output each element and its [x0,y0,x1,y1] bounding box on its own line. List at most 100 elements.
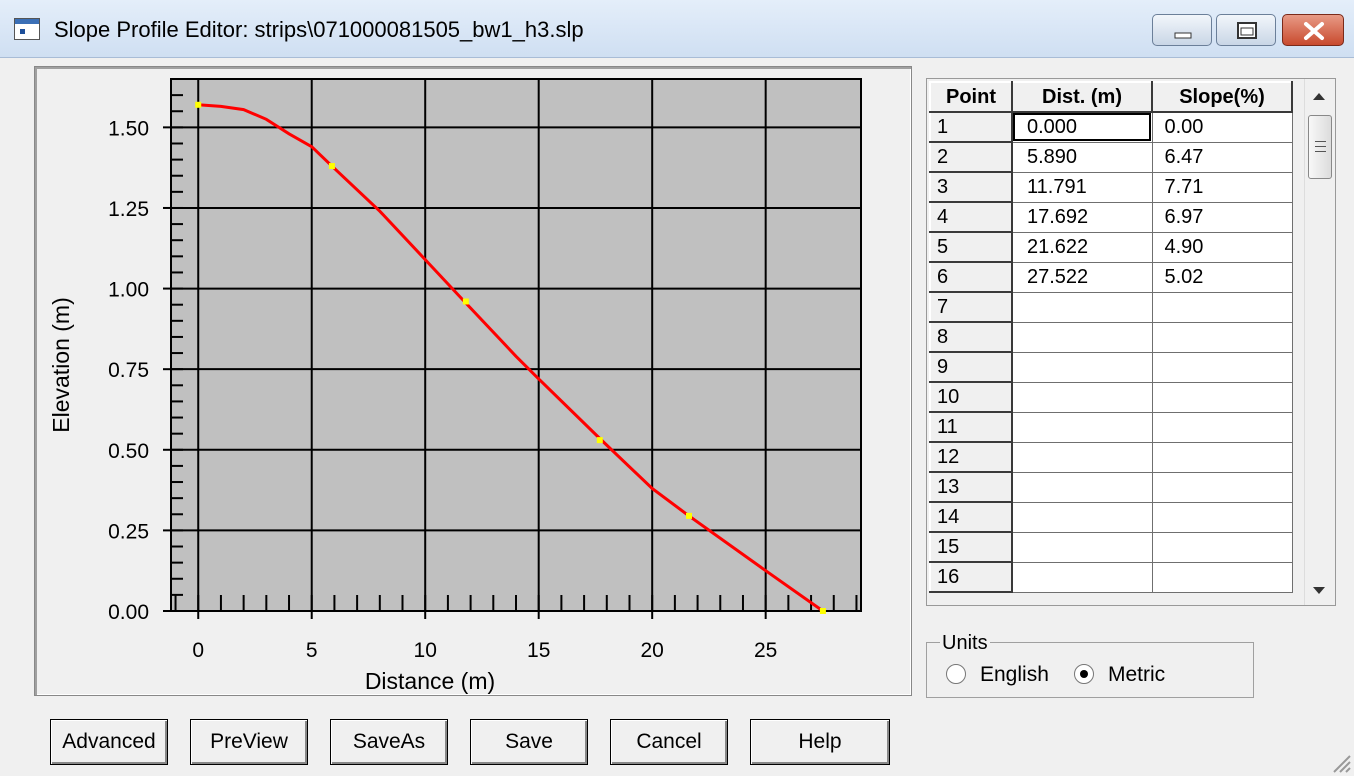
control-point-marker[interactable] [195,101,202,108]
metric-radio-label[interactable]: Metric [1108,663,1165,687]
table-row[interactable]: 4 17.692 6.97 [929,201,1293,233]
cell-dist[interactable] [1011,531,1153,563]
table-row[interactable]: 16 [929,561,1293,593]
slope-profile-chart[interactable]: 0 5 10 15 20 25 0.00 0.25 0.50 0.75 1.00 1.25 1.50 Di… [35,67,913,697]
cell-dist[interactable] [1011,381,1153,413]
table-row[interactable]: 11 [929,411,1293,443]
table-row[interactable]: 15 [929,531,1293,563]
y-tick-label: 0.50 [108,440,149,463]
app-icon[interactable] [14,18,40,40]
cell-slope[interactable]: 6.47 [1151,141,1293,173]
cell-slope[interactable] [1151,471,1293,503]
cell-dist[interactable] [1011,501,1153,533]
scroll-thumb[interactable] [1308,115,1332,179]
table-row[interactable]: 7 [929,291,1293,323]
minimize-button[interactable] [1152,14,1212,46]
table-row[interactable]: 6 27.522 5.02 [929,261,1293,293]
row-header-point[interactable]: 4 [929,201,1013,233]
cell-dist[interactable] [1011,321,1153,353]
table-row[interactable]: 8 [929,321,1293,353]
table-row[interactable]: 1 0.000 0.00 [929,111,1293,143]
save-button[interactable]: Save [470,719,588,765]
cell-slope[interactable] [1151,321,1293,353]
cell-dist[interactable]: 21.622 [1011,231,1153,263]
cell-dist[interactable]: 0.000 [1011,111,1153,143]
cell-dist[interactable]: 17.692 [1011,201,1153,233]
table-row[interactable]: 10 [929,381,1293,413]
title-bar: Slope Profile Editor: strips\07100008150… [0,0,1354,58]
close-button[interactable] [1282,14,1344,46]
row-header-point[interactable]: 16 [929,561,1013,593]
row-header-point[interactable]: 2 [929,141,1013,173]
row-header-point[interactable]: 5 [929,231,1013,263]
col-header-point[interactable]: Point [929,81,1013,113]
maximize-button[interactable] [1216,14,1276,46]
control-point-marker[interactable] [685,512,692,519]
control-point-marker[interactable] [462,298,469,305]
points-grid[interactable]: Point Dist. (m) Slope(%) 1 0.000 0.00 2 5.89… [926,78,1336,606]
row-header-point[interactable]: 14 [929,501,1013,533]
cell-slope[interactable] [1151,351,1293,383]
cell-dist[interactable] [1011,561,1153,593]
vertical-scrollbar[interactable] [1304,79,1335,605]
cell-slope[interactable] [1151,441,1293,473]
table-row[interactable]: 9 [929,351,1293,383]
control-point-marker[interactable] [819,608,826,614]
help-button[interactable]: Help [750,719,890,765]
cell-slope[interactable]: 7.71 [1151,171,1293,203]
table-row[interactable]: 5 21.622 4.90 [929,231,1293,263]
row-header-point[interactable]: 6 [929,261,1013,293]
cell-dist[interactable]: 11.791 [1011,171,1153,203]
row-header-point[interactable]: 8 [929,321,1013,353]
cell-slope[interactable] [1151,531,1293,563]
y-tick-label: 0.75 [108,359,149,382]
cell-dist[interactable] [1011,411,1153,443]
metric-radio[interactable] [1074,664,1094,684]
control-point-marker[interactable] [596,437,603,444]
cell-slope[interactable]: 5.02 [1151,261,1293,293]
row-header-point[interactable]: 7 [929,291,1013,323]
cell-slope[interactable]: 0.00 [1151,111,1293,143]
cell-dist[interactable] [1011,291,1153,323]
saveas-button[interactable]: SaveAs [330,719,448,765]
cell-slope[interactable] [1151,561,1293,593]
scroll-down-icon[interactable] [1313,587,1325,594]
english-radio[interactable] [946,664,966,684]
english-radio-label[interactable]: English [980,663,1049,687]
table-row[interactable]: 2 5.890 6.47 [929,141,1293,173]
row-header-point[interactable]: 15 [929,531,1013,563]
resize-grip-icon[interactable] [1328,750,1352,774]
table-row[interactable]: 13 [929,471,1293,503]
preview-button[interactable]: PreView [190,719,308,765]
cancel-button[interactable]: Cancel [610,719,728,765]
table-row[interactable]: 14 [929,501,1293,533]
row-header-point[interactable]: 3 [929,171,1013,203]
row-header-point[interactable]: 1 [929,111,1013,143]
cell-slope[interactable]: 6.97 [1151,201,1293,233]
x-axis-label: Distance (m) [365,668,495,694]
row-header-point[interactable]: 10 [929,381,1013,413]
cell-slope[interactable] [1151,381,1293,413]
row-header-point[interactable]: 11 [929,411,1013,443]
cell-dist[interactable] [1011,441,1153,473]
cell-dist[interactable]: 27.522 [1011,261,1153,293]
scroll-up-icon[interactable] [1313,93,1325,100]
advanced-button[interactable]: Advanced [50,719,168,765]
cell-slope[interactable] [1151,411,1293,443]
col-header-slope[interactable]: Slope(%) [1151,81,1293,113]
row-header-point[interactable]: 9 [929,351,1013,383]
control-point-marker[interactable] [328,163,335,170]
header-row: Point Dist. (m) Slope(%) [929,81,1293,113]
row-header-point[interactable]: 13 [929,471,1013,503]
table-row[interactable]: 12 [929,441,1293,473]
cell-dist[interactable]: 5.890 [1011,141,1153,173]
row-header-point[interactable]: 12 [929,441,1013,473]
cell-dist[interactable] [1011,351,1153,383]
cell-slope[interactable] [1151,291,1293,323]
y-tick-label: 1.50 [108,117,149,140]
table-row[interactable]: 3 11.791 7.71 [929,171,1293,203]
cell-slope[interactable] [1151,501,1293,533]
col-header-dist[interactable]: Dist. (m) [1011,81,1153,113]
cell-dist[interactable] [1011,471,1153,503]
cell-slope[interactable]: 4.90 [1151,231,1293,263]
